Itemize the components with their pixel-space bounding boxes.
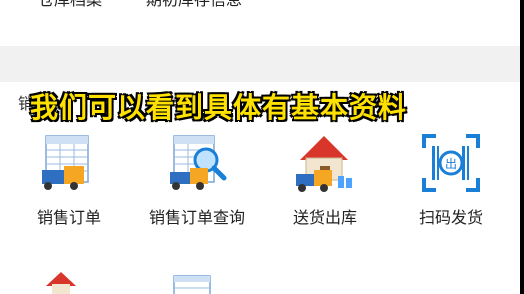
- house-truck-icon: [294, 132, 356, 194]
- sheet-truck-search-icon: [166, 132, 228, 194]
- svg-text:出: 出: [445, 157, 457, 171]
- grid-item-sales-order-query[interactable]: 销售订单查询: [132, 132, 262, 228]
- opening-stock-label[interactable]: 期初库存信息: [146, 0, 242, 10]
- grid-second-row-partial: [0, 268, 520, 294]
- grid-item-delivery-outbound[interactable]: 送货出库: [260, 132, 390, 228]
- sheet-truck-icon: [38, 132, 100, 194]
- grid-item-label: 送货出库: [292, 208, 357, 227]
- grid-item-scan-ship[interactable]: 出 扫码发货: [386, 132, 516, 228]
- grid-item-sales-order[interactable]: 销售订单: [4, 132, 134, 228]
- barcode-scan-icon: 出: [420, 132, 482, 194]
- right-edge-bar: [520, 0, 524, 294]
- video-caption-overlay: 我们可以看到具体有基本资料: [29, 90, 408, 125]
- house-icon[interactable]: [46, 272, 76, 294]
- grid-item-label: 扫码发货: [418, 208, 483, 227]
- grid-item-label: 销售订单: [36, 208, 101, 227]
- top-row-partial: 仓库档案 期初库存信息: [0, 0, 520, 14]
- section-divider: [0, 46, 520, 82]
- app-screen: 仓库档案 期初库存信息 销售 销售: [0, 0, 520, 294]
- grid-item-label: 销售订单查询: [148, 208, 245, 227]
- sheet-icon[interactable]: [172, 274, 212, 294]
- warehouse-archive-label[interactable]: 仓库档案: [38, 0, 102, 10]
